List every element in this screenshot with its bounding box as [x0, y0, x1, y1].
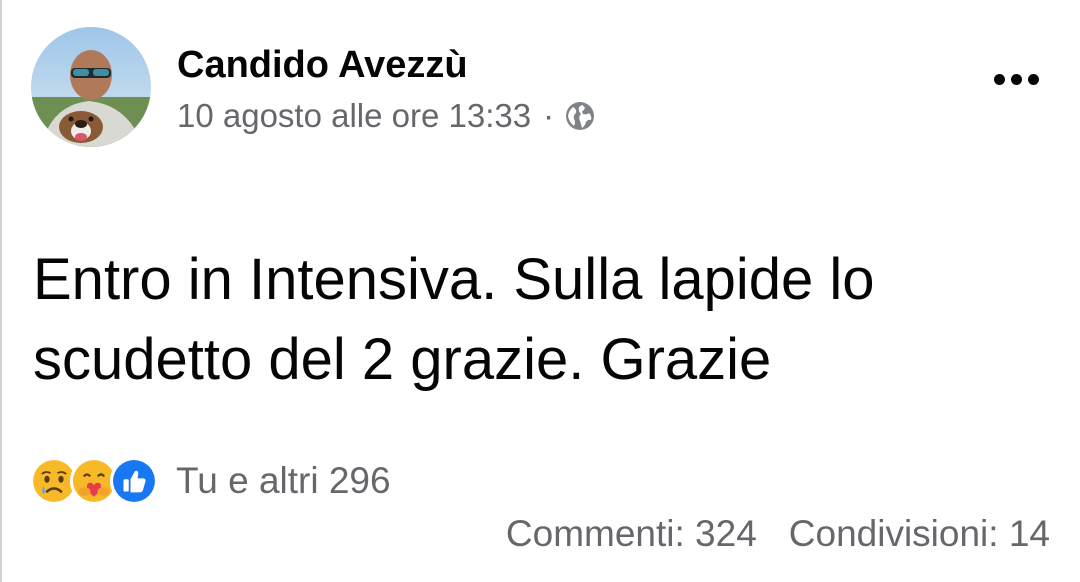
post-text-line: scudetto del 2 grazie. Grazie	[33, 327, 772, 392]
globe-icon[interactable]	[564, 100, 596, 132]
post-stats: Commenti: 324 Condivisioni: 14	[506, 513, 1050, 555]
meta-separator: ·	[543, 97, 555, 134]
avatar-image	[31, 27, 151, 147]
more-options-icon[interactable]	[986, 62, 1046, 96]
author-name[interactable]: Candido Avezzù	[177, 44, 468, 87]
reactions-summary[interactable]: Tu e altri 296	[176, 460, 391, 502]
dot	[1027, 73, 1039, 85]
shares-count[interactable]: Condivisioni: 14	[789, 513, 1050, 555]
comments-count[interactable]: Commenti: 324	[506, 513, 757, 555]
post-timestamp[interactable]: 10 agosto alle ore 13:33	[177, 97, 531, 135]
facebook-post: Candido Avezzù 10 agosto alle ore 13:33 …	[0, 0, 1080, 582]
post-text: Entro in Intensiva. Sulla lapide lo scud…	[33, 240, 1053, 400]
author-avatar[interactable]	[31, 27, 151, 147]
post-text-line: Entro in Intensiva. Sulla lapide lo	[33, 247, 875, 312]
like-reaction-icon	[110, 457, 158, 505]
left-divider	[0, 0, 2, 582]
dot	[1010, 73, 1022, 85]
post-meta: 10 agosto alle ore 13:33 ·	[177, 97, 596, 135]
dot	[993, 73, 1005, 85]
reactions-bar[interactable]: Tu e altri 296	[30, 457, 391, 505]
